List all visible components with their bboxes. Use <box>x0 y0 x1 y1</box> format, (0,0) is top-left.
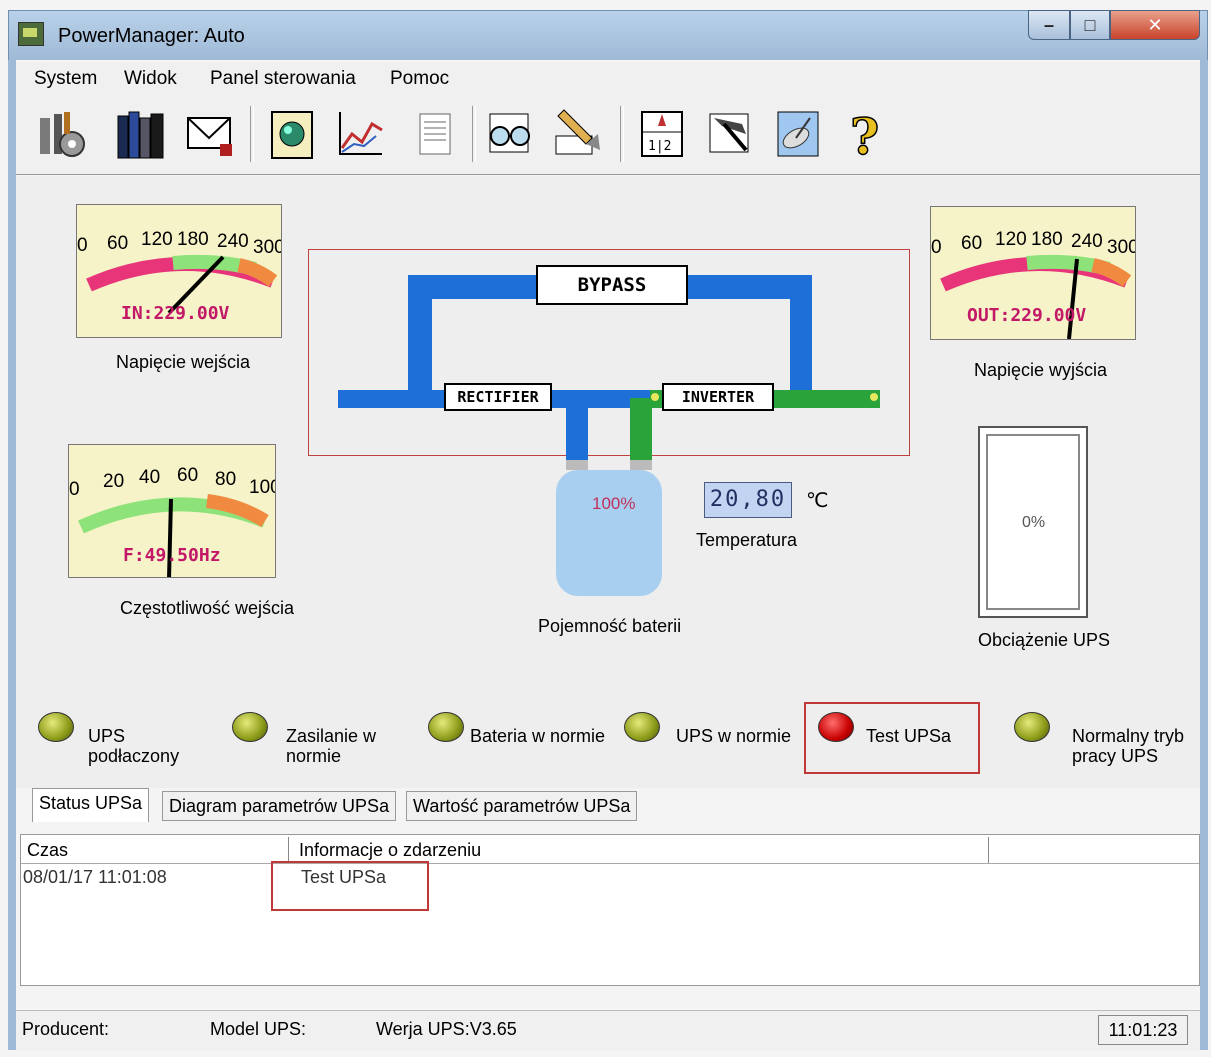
ups-load-percent: 0% <box>1022 514 1046 531</box>
app-icon[interactable] <box>18 22 44 46</box>
rectifier-box: RECTIFIER <box>444 383 552 411</box>
schedule-icon[interactable]: 1|2 <box>634 104 690 164</box>
menu-bar: System Widok Panel sterowania Pomoc <box>16 62 1200 97</box>
output-voltage-gauge: 0 60 120 180 240 300 OUT:229.00V <box>930 206 1136 340</box>
input-voltage-caption: Napięcie wejścia <box>116 352 251 372</box>
window-title: PowerManager: Auto <box>58 25 245 47</box>
window-border-right <box>1200 60 1208 1050</box>
column-header-time[interactable]: Czas <box>21 837 289 863</box>
test-ups-label: Test UPSa <box>866 726 952 746</box>
column-header-info[interactable]: Informacje o zdarzeniu <box>293 837 989 863</box>
close-button[interactable]: ✕ <box>1110 10 1200 40</box>
output-voltage-caption: Napięcie wyjścia <box>974 360 1108 380</box>
brush-icon[interactable] <box>550 104 606 164</box>
tools-icon[interactable] <box>702 104 758 164</box>
model-label: Model UPS: <box>210 1019 307 1039</box>
menu-system[interactable]: System <box>34 68 97 90</box>
bypass-pipe-right <box>790 275 812 397</box>
help-icon[interactable]: ? <box>840 104 896 167</box>
battery-pipe-discharge <box>630 398 652 462</box>
output-voltage-value: OUT:229.00V <box>967 305 1087 326</box>
ups-connected-led <box>38 712 74 742</box>
battery-capacity-indicator <box>556 470 662 596</box>
globe-icon[interactable] <box>264 104 320 164</box>
event-info[interactable]: Test UPSa <box>301 867 386 888</box>
minimize-button[interactable]: – <box>1028 10 1070 40</box>
maximize-button[interactable]: □ <box>1070 10 1110 40</box>
ups-connected-label: UPS podłaczony <box>88 726 180 766</box>
books-icon[interactable] <box>114 104 170 164</box>
ups-ok-led <box>624 712 660 742</box>
event-time[interactable]: 08/01/17 11:01:08 <box>23 867 167 888</box>
bypass-box: BYPASS <box>536 265 688 305</box>
input-voltage-gauge: 0 60 120 180 240 300 IN:229.00V <box>76 204 282 338</box>
settings-icon[interactable] <box>34 104 90 164</box>
battery-ok-led <box>428 712 464 742</box>
frequency-value: F:49.50Hz <box>123 545 221 566</box>
tab-bar: Status UPSa Diagram parametrów UPSa Wart… <box>16 788 1200 822</box>
battery-terminal <box>630 460 652 470</box>
tab-status-upsa[interactable]: Status UPSa <box>32 788 150 822</box>
svg-text:?: ? <box>850 107 879 164</box>
producer-label: Producent: <box>22 1019 110 1039</box>
inverter-indicator-dot <box>651 393 659 401</box>
event-log-table[interactable]: Czas Informacje o zdarzeniu 08/01/17 11:… <box>20 834 1200 986</box>
normal-mode-led <box>1014 712 1050 742</box>
output-indicator-dot <box>870 393 878 401</box>
window-controls: – □ ✕ <box>1028 10 1206 42</box>
power-ok-led <box>232 712 268 742</box>
event-log-header: Czas Informacje o zdarzeniu <box>21 835 1199 864</box>
battery-caption: Pojemność baterii <box>538 616 682 636</box>
normal-mode-label: Normalny tryb pracy UPS <box>1072 726 1185 766</box>
chart-icon[interactable] <box>332 104 388 164</box>
status-bar: Producent: Model UPS: Werja UPS:V3.65 11… <box>16 1010 1200 1051</box>
mail-icon[interactable] <box>182 104 238 164</box>
temperature-caption: Temperatura <box>696 530 798 550</box>
frequency-gauge: 0 20 40 60 80 100 F:49.50Hz <box>68 444 276 578</box>
ups-load-caption: Obciążenie UPS <box>978 630 1111 650</box>
frequency-caption: Częstotliwość wejścia <box>120 598 295 618</box>
status-clock: 11:01:23 <box>1098 1015 1188 1045</box>
menu-panel-sterowania[interactable]: Panel sterowania <box>210 68 356 90</box>
notes-icon[interactable] <box>408 104 464 164</box>
menu-pomoc[interactable]: Pomoc <box>390 68 449 90</box>
temperature-unit: ℃ <box>806 490 829 512</box>
temperature-display: 20,80 <box>704 482 792 518</box>
battery-percent: 100% <box>592 494 636 513</box>
power-ok-label: Zasilanie w normie <box>286 726 377 766</box>
toolbar-separator <box>620 106 624 162</box>
version-label: Werja UPS:V3.65 <box>376 1019 517 1039</box>
battery-ok-label: Bateria w normie <box>470 726 606 746</box>
battery-terminal <box>566 460 588 470</box>
glasses-icon[interactable] <box>482 104 538 164</box>
satellite-icon[interactable] <box>770 104 826 164</box>
toolbar-separator <box>250 106 254 162</box>
toolbar-separator <box>472 106 476 162</box>
battery-pipe-charge <box>566 398 588 462</box>
ups-ok-label: UPS w normie <box>676 726 792 746</box>
tab-wartosc-parametrow[interactable]: Wartość parametrów UPSa <box>406 791 638 821</box>
svg-text:1|2: 1|2 <box>648 139 671 154</box>
window-border-left <box>8 60 16 1050</box>
tab-diagram-parametrow[interactable]: Diagram parametrów UPSa <box>162 791 397 821</box>
menu-widok[interactable]: Widok <box>124 68 177 90</box>
inverter-box: INVERTER <box>662 383 774 411</box>
input-voltage-value: IN:229.00V <box>121 303 230 324</box>
test-ups-led <box>818 712 854 742</box>
toolbar: 1|2 ? <box>16 96 1200 175</box>
